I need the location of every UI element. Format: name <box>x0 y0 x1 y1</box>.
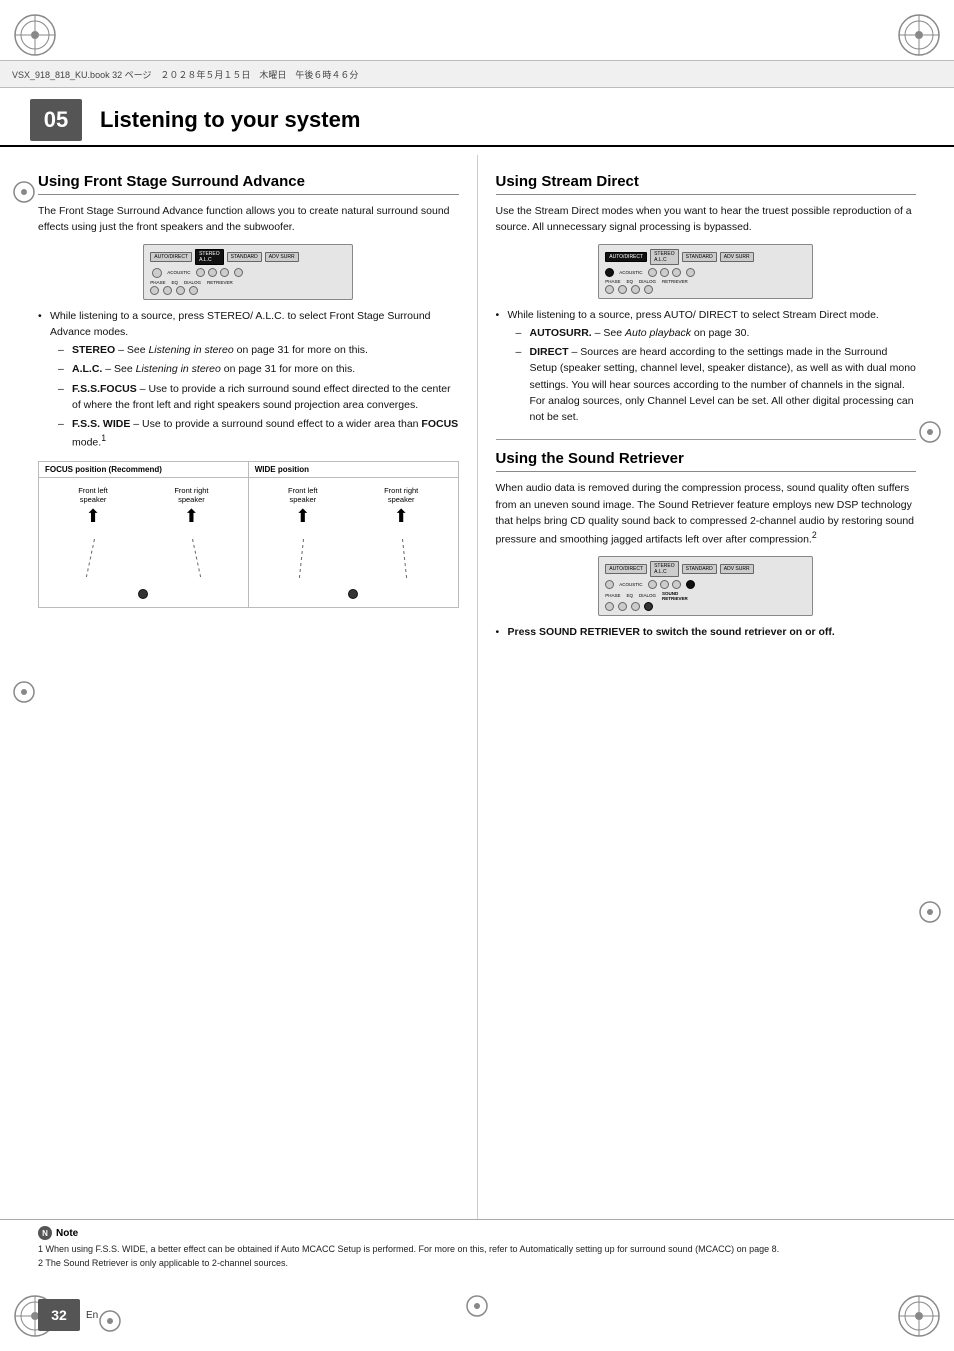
page-lang: En <box>86 1310 98 1321</box>
bottom-center-decoration <box>465 1294 489 1321</box>
sound-retriever-bullets: Press SOUND RETRIEVER to switch the soun… <box>496 624 917 640</box>
section-divider <box>496 439 917 440</box>
sound-retriever-text: When audio data is removed during the co… <box>496 480 917 548</box>
sub-bullet-direct: DIRECT – Sources are heard according to … <box>516 344 917 425</box>
bottom-decoration <box>98 1309 122 1336</box>
sub-bullet-fssfocus: F.S.S.FOCUS – Use to provide a rich surr… <box>58 381 459 414</box>
note-icon: N <box>38 1226 52 1240</box>
left-column: Using Front Stage Surround Advance The F… <box>0 155 478 1271</box>
corner-decoration-tr <box>889 5 949 65</box>
note-text-1: 1 When using F.S.S. WIDE, a better effec… <box>38 1243 916 1257</box>
note-label: Note <box>56 1228 78 1239</box>
sub-bullet-fsswide: F.S.S. WIDE – Use to provide a surround … <box>58 416 459 451</box>
left-section-heading: Using Front Stage Surround Advance <box>38 173 459 195</box>
stream-direct-bullets: While listening to a source, press AUTO/… <box>496 307 917 426</box>
left-sub-bullets: STEREO – See Listening in stereo on page… <box>58 342 459 451</box>
stream-direct-sub-bullets: AUTOSURR. – See Auto playback on page 30… <box>516 325 917 426</box>
stream-direct-bullet-main: While listening to a source, press AUTO/… <box>496 307 917 426</box>
left-bullets: While listening to a source, press STERE… <box>38 308 459 452</box>
stream-direct-device: AUTO/DIRECT STEREOA.L.C STANDARD ADV SUR… <box>496 244 917 299</box>
left-device-image: AUTO/DIRECT STEREOA.L.C STANDARD ADV SUR… <box>38 244 459 300</box>
chapter-header: 05 Listening to your system <box>0 95 954 147</box>
note-text-2: 2 The Sound Retriever is only applicable… <box>38 1257 916 1271</box>
sub-bullet-stereo: STEREO – See Listening in stereo on page… <box>58 342 459 358</box>
sound-retriever-device: AUTO/DIRECT STEREOA.L.C STANDARD ADV SUR… <box>496 556 917 616</box>
chapter-title: Listening to your system <box>100 107 360 133</box>
sound-retriever-bullet: Press SOUND RETRIEVER to switch the soun… <box>496 624 917 640</box>
speaker-diagram: FOCUS position (Recommend) WIDE position… <box>38 461 459 608</box>
header-bar: VSX_918_818_KU.book 32 ページ ２０２８年５月１５日 木曜… <box>0 60 954 88</box>
page-number: 32 <box>38 1299 80 1331</box>
sub-bullet-autosurr: AUTOSURR. – See Auto playback on page 30… <box>516 325 917 341</box>
sub-bullet-alc: A.L.C. – See Listening in stereo on page… <box>58 361 459 377</box>
left-intro-text: The Front Stage Surround Advance functio… <box>38 203 459 236</box>
left-bullet-intro: While listening to a source, press STERE… <box>38 308 459 452</box>
stream-direct-text: Use the Stream Direct modes when you wan… <box>496 203 917 236</box>
note-section: N Note 1 When using F.S.S. WIDE, a bette… <box>0 1219 954 1276</box>
content-area: Using Front Stage Surround Advance The F… <box>0 155 954 1271</box>
chapter-number: 05 <box>30 99 82 141</box>
note-header: N Note <box>38 1226 916 1240</box>
corner-decoration-tl <box>5 5 65 65</box>
header-text: VSX_918_818_KU.book 32 ページ ２０２８年５月１５日 木曜… <box>12 68 358 81</box>
sound-retriever-heading: Using the Sound Retriever <box>496 450 917 472</box>
stream-direct-heading: Using Stream Direct <box>496 173 917 195</box>
right-column: Using Stream Direct Use the Stream Direc… <box>478 155 954 1271</box>
